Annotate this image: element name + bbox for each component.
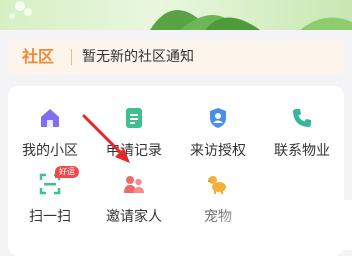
service-grid-card: 我的小区 申请记录 来访授权 联系物业 好运 扫一扫 邀请家人 宠物 xyxy=(8,86,344,256)
menu-item-label: 申请记录 xyxy=(106,143,162,159)
document-icon xyxy=(126,108,142,128)
menu-item-label: 我的小区 xyxy=(22,143,78,159)
menu-item-my-community[interactable]: 我的小区 xyxy=(8,106,92,176)
top-banner xyxy=(0,0,352,30)
menu-item-application-records[interactable]: 申请记录 xyxy=(92,106,176,176)
home-icon xyxy=(41,109,59,127)
menu-item-label: 邀请家人 xyxy=(106,209,162,225)
menu-item-contact-property[interactable]: 联系物业 xyxy=(260,106,344,176)
id-badge-icon xyxy=(210,108,226,128)
menu-item-visitor-authorization[interactable]: 来访授权 xyxy=(176,106,260,176)
community-notice-bar[interactable]: 社区 暂无新的社区通知 xyxy=(8,40,344,74)
menu-item-invite-family[interactable]: 邀请家人 xyxy=(92,172,176,242)
phone-icon xyxy=(293,109,311,127)
community-tag: 社区 xyxy=(22,47,55,66)
menu-item-label: 扫一扫 xyxy=(29,209,71,225)
dog-icon xyxy=(208,176,226,194)
menu-item-label: 宠物 xyxy=(204,209,232,225)
leaves-illustration xyxy=(9,1,352,30)
menu-item-scan[interactable]: 好运 扫一扫 xyxy=(8,166,92,242)
family-icon xyxy=(124,176,144,193)
menu-item-pet[interactable]: 宠物 xyxy=(176,172,260,242)
menu-item-label: 来访授权 xyxy=(190,143,246,159)
divider xyxy=(71,49,72,65)
scan-badge: 好运 xyxy=(55,166,79,178)
menu-item-label: 联系物业 xyxy=(274,143,330,159)
notice-text: 暂无新的社区通知 xyxy=(82,49,194,65)
